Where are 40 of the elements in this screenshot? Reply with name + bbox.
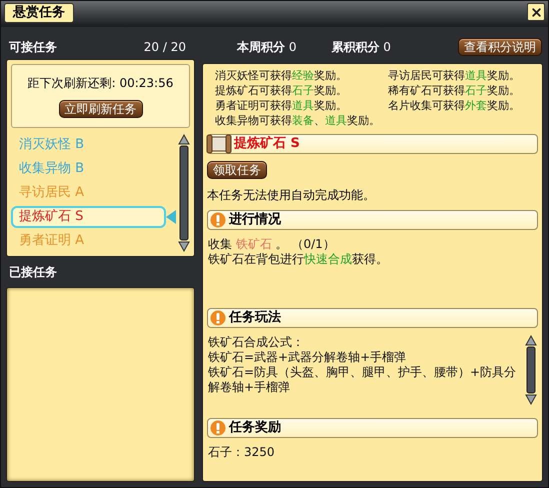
scrollbar[interactable] [525, 335, 537, 405]
refresh-button[interactable]: 立即刷新任务 [58, 100, 142, 118]
section-text: 铁矿石=防具（头盔、胸甲、腿甲、护手、腰带）+防具分解卷轴+手榴弹 [208, 365, 518, 395]
section-label: 可接任务 [9, 39, 57, 56]
quest-title: 提炼矿石 S [234, 134, 300, 154]
close-button[interactable] [527, 3, 545, 21]
close-icon [530, 6, 542, 18]
reward-info-text: 名片收集可获得外套奖励。 [388, 98, 520, 113]
accept-quest-button[interactable]: 领取任务 [207, 161, 267, 179]
quest-item[interactable]: 消灭妖怪 B [11, 134, 166, 156]
scroll-icon [206, 133, 232, 155]
scrollbar[interactable] [178, 134, 190, 252]
reward-info-text: 寻访居民可获得道具奖励。 [388, 68, 520, 83]
exclamation-icon [210, 212, 226, 228]
section-text: 收集 铁矿石 。 （0/1） [208, 237, 336, 252]
reward-info-text: 勇者证明可获得道具奖励。 [215, 98, 348, 113]
section-text: 铁矿石合成公式： [208, 335, 305, 350]
selection-arrow-icon [166, 210, 176, 224]
reward-info-text: 稀有矿石可获得石子奖励。 [388, 83, 520, 98]
points-info-button[interactable]: 查看积分说明 [458, 38, 542, 56]
points-label: 本周积分 0 [237, 39, 296, 56]
reward-info-text: 收集异物可获得装备、道具奖励。 [215, 113, 380, 128]
reward-info-text: 消灭妖怪可获得经验奖励。 [215, 68, 348, 83]
section-text: 铁矿石=武器+武器分解卷轴+手榴弹 [208, 350, 408, 365]
quest-item[interactable]: 提炼矿石 S [11, 206, 166, 228]
section-text: 铁矿石在背包进行快速合成获得。 [208, 252, 389, 267]
section-title: 任务玩法 [229, 309, 281, 328]
section-title: 进行情况 [229, 211, 281, 230]
reward-info-text: 提炼矿石可获得石子奖励。 [215, 83, 348, 98]
points-label: 累积积分 0 [331, 39, 391, 56]
section-title: 任务奖励 [229, 419, 281, 438]
exclamation-icon [210, 310, 226, 326]
quest-item[interactable]: 收集异物 B [11, 158, 166, 180]
quest-note: 本任务无法使用自动完成功能。 [206, 187, 376, 204]
refresh-timer: 距下次刷新还剩: 00:23:56 [28, 75, 174, 92]
quest-count: 20 / 20 [144, 39, 186, 56]
window-title: 悬赏任务 [4, 3, 74, 23]
section-text: 石子：3250 [208, 445, 276, 460]
exclamation-icon [210, 420, 226, 436]
section-label: 已接任务 [9, 264, 57, 281]
